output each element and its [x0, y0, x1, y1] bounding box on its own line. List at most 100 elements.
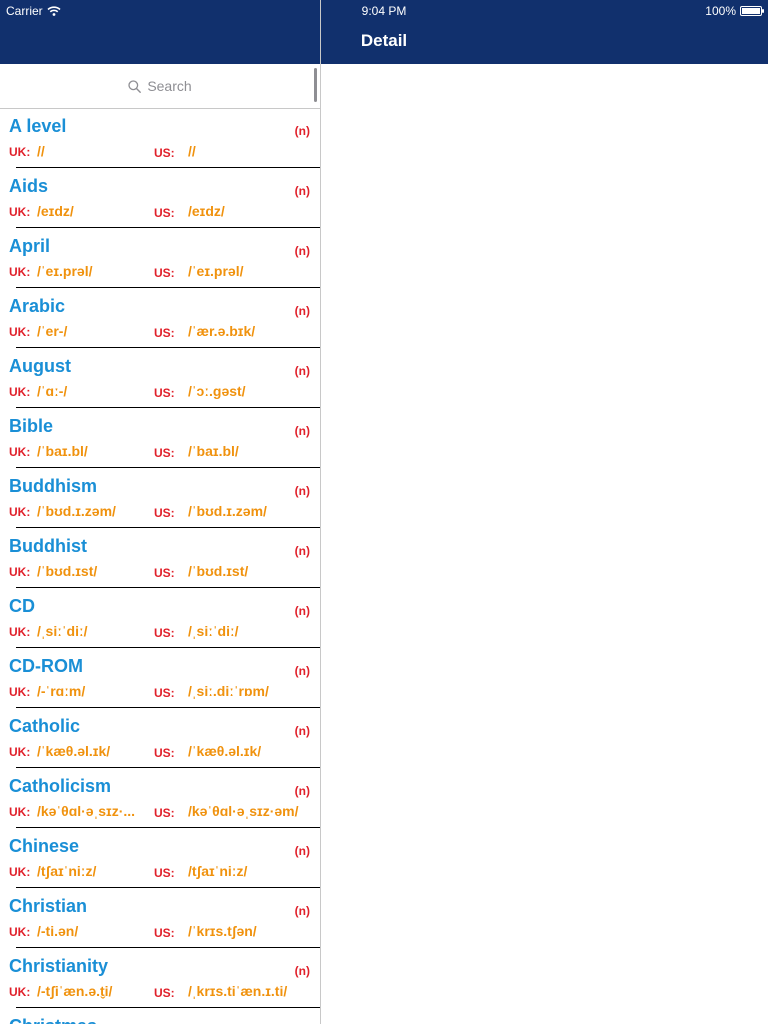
- search-icon: [128, 79, 142, 93]
- scroll-indicator[interactable]: [314, 68, 317, 102]
- entry-word: Chinese: [9, 836, 80, 856]
- part-of-speech: (n): [294, 844, 310, 858]
- uk-pronunciation: /ˈkæθ.əl.ɪk/: [37, 743, 111, 759]
- search-input[interactable]: Search: [0, 76, 320, 96]
- list-item[interactable]: Chinese (n) UK: /tʃaɪˈniːz/ US: /tʃaɪˈni…: [0, 828, 320, 888]
- entry-word: Christianity: [9, 956, 109, 976]
- search-bar[interactable]: Search: [0, 64, 320, 109]
- uk-label: UK:: [9, 325, 31, 339]
- uk-label: UK:: [9, 505, 31, 519]
- uk-pronunciation: /kəˈθɑl·əˌsɪz·...: [37, 803, 136, 819]
- list-item[interactable]: Arabic (n) UK: /ˈer-/ US: /ˈær.ə.bɪk/: [0, 288, 320, 348]
- us-label: US:: [154, 686, 175, 700]
- uk-pronunciation: /ˈbaɪ.bl/: [37, 443, 88, 459]
- list-item[interactable]: CD (n) UK: /ˌsiːˈdiː/ US: /ˌsiːˈdiː/: [0, 588, 320, 648]
- us-label: US:: [154, 626, 175, 640]
- us-pronunciation: /tʃaɪˈniːz/: [188, 863, 248, 879]
- uk-label: UK:: [9, 925, 31, 939]
- us-label: US:: [154, 866, 175, 880]
- part-of-speech: (n): [294, 964, 310, 978]
- uk-label: UK:: [9, 385, 31, 399]
- uk-label: UK:: [9, 745, 31, 759]
- part-of-speech: (n): [294, 664, 310, 678]
- us-label: US:: [154, 566, 175, 580]
- us-pronunciation: /eɪdz/: [188, 203, 225, 219]
- list-item[interactable]: Aids (n) UK: /eɪdz/ US: /eɪdz/: [0, 168, 320, 228]
- list-item[interactable]: Buddhism (n) UK: /ˈbʊd.ɪ.zəm/ US: /ˈbʊd.…: [0, 468, 320, 528]
- us-pronunciation: /ˈbʊd.ɪst/: [188, 563, 249, 579]
- list-item[interactable]: Christian (n) UK: /-ti.ən/ US: /ˈkrɪs.tʃ…: [0, 888, 320, 948]
- uk-label: UK:: [9, 805, 31, 819]
- entry-word: Buddhist: [9, 536, 87, 556]
- list-item[interactable]: CD-ROM (n) UK: /-ˈrɑːm/ US: /ˌsiː.diːˈrɒ…: [0, 648, 320, 708]
- us-label: US:: [154, 926, 175, 940]
- entry-word: Christian: [9, 896, 88, 916]
- list-item[interactable]: A level (n) UK: // US: //: [0, 108, 320, 168]
- battery-indicator: 100%: [705, 4, 764, 18]
- us-label: US:: [154, 386, 175, 400]
- list-item[interactable]: Christianity (n) UK: /-tʃiˈæn.ə.t̬i/ US:…: [0, 948, 320, 1008]
- part-of-speech: (n): [294, 424, 310, 438]
- us-pronunciation: /ˈbaɪ.bl/: [188, 443, 239, 459]
- entry-word: Christmas: [9, 1016, 97, 1024]
- list-item[interactable]: Catholic (n) UK: /ˈkæθ.əl.ɪk/ US: /ˈkæθ.…: [0, 708, 320, 768]
- uk-pronunciation: /ˈbʊd.ɪ.zəm/: [37, 503, 116, 519]
- us-label: US:: [154, 146, 175, 160]
- us-label: US:: [154, 206, 175, 220]
- list-item[interactable]: August (n) UK: /ˈɑː-/ US: /ˈɔː.gəst/: [0, 348, 320, 408]
- uk-label: UK:: [9, 205, 31, 219]
- list-item[interactable]: Christmas: [0, 1008, 320, 1024]
- entry-word: Bible: [9, 416, 54, 436]
- uk-pronunciation: /ˈbʊd.ɪst/: [37, 563, 98, 579]
- search-placeholder: Search: [147, 78, 192, 94]
- word-list: A level (n) UK: // US: // Aids (n) UK: /…: [0, 108, 320, 1024]
- uk-pronunciation: /tʃaɪˈniːz/: [37, 863, 97, 879]
- part-of-speech: (n): [294, 544, 310, 558]
- us-pronunciation: /ˈbʊd.ɪ.zəm/: [188, 503, 267, 519]
- entry-word: April: [9, 236, 51, 256]
- uk-label: UK:: [9, 145, 31, 159]
- part-of-speech: (n): [294, 784, 310, 798]
- uk-pronunciation: /eɪdz/: [37, 203, 74, 219]
- us-pronunciation: /ˈɔː.gəst/: [188, 383, 246, 399]
- uk-pronunciation: /ˈer-/: [37, 323, 68, 339]
- uk-pronunciation: /-ˈrɑːm/: [37, 683, 86, 699]
- entry-word: CD: [9, 596, 35, 616]
- uk-label: UK:: [9, 565, 31, 579]
- us-pronunciation: /ˌkrɪs.tiˈæn.ɪ.ti/: [188, 983, 288, 999]
- uk-label: UK:: [9, 985, 31, 999]
- us-pronunciation: /ˌsiː.diːˈrɒm/: [188, 683, 269, 699]
- us-label: US:: [154, 506, 175, 520]
- entry-word: Buddhism: [9, 476, 97, 496]
- part-of-speech: (n): [294, 364, 310, 378]
- uk-label: UK:: [9, 265, 31, 279]
- part-of-speech: (n): [294, 124, 310, 138]
- entry-word: Arabic: [9, 296, 66, 316]
- entry-word: A level: [9, 116, 67, 136]
- uk-pronunciation: /-ti.ən/: [37, 923, 79, 939]
- entry-word: Aids: [9, 176, 49, 196]
- entry-word: August: [9, 356, 71, 376]
- split-divider: [320, 0, 321, 1024]
- us-pronunciation: /ˈkrɪs.tʃən/: [188, 923, 257, 939]
- uk-pronunciation: /ˈɑː-/: [37, 383, 68, 399]
- entry-word: CD-ROM: [9, 656, 83, 676]
- uk-pronunciation: /-tʃiˈæn.ə.t̬i/: [37, 983, 113, 999]
- part-of-speech: (n): [294, 604, 310, 618]
- uk-label: UK:: [9, 445, 31, 459]
- us-label: US:: [154, 986, 175, 1000]
- part-of-speech: (n): [294, 904, 310, 918]
- uk-label: UK:: [9, 685, 31, 699]
- list-item[interactable]: April (n) UK: /ˈeɪ.prəl/ US: /ˈeɪ.prəl/: [0, 228, 320, 288]
- entry-word: Catholic: [9, 716, 81, 736]
- us-pronunciation: /kəˈθɑl·əˌsɪz·əm/: [188, 803, 299, 819]
- list-item[interactable]: Buddhist (n) UK: /ˈbʊd.ɪst/ US: /ˈbʊd.ɪs…: [0, 528, 320, 588]
- part-of-speech: (n): [294, 184, 310, 198]
- us-pronunciation: /ˈær.ə.bɪk/: [188, 323, 256, 339]
- status-time: 9:04 PM: [361, 4, 407, 18]
- list-item[interactable]: Bible (n) UK: /ˈbaɪ.bl/ US: /ˈbaɪ.bl/: [0, 408, 320, 468]
- us-pronunciation: /ˈeɪ.prəl/: [188, 263, 244, 279]
- part-of-speech: (n): [294, 244, 310, 258]
- battery-icon: [740, 6, 764, 16]
- list-item[interactable]: Catholicism (n) UK: /kəˈθɑl·əˌsɪz·... US…: [0, 768, 320, 828]
